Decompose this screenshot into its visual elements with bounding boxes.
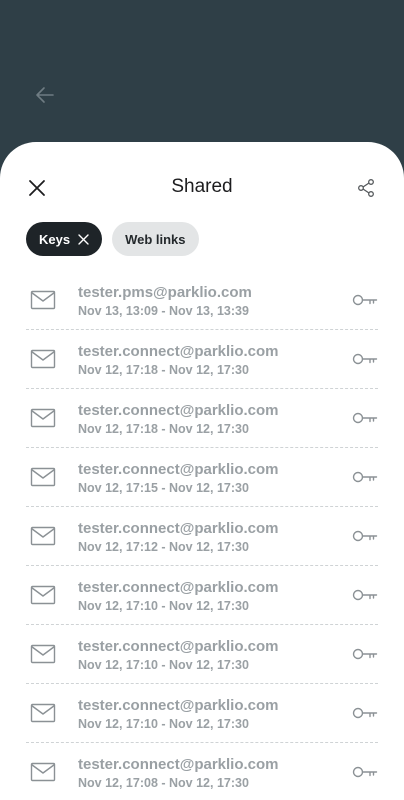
page-title: Shared xyxy=(171,176,233,197)
list-item[interactable]: tester.connect@parklio.com Nov 12, 17:12… xyxy=(26,507,378,566)
envelope-icon xyxy=(30,290,56,310)
share-recipient-email: tester.connect@parklio.com xyxy=(78,756,279,773)
share-recipient-email: tester.connect@parklio.com xyxy=(78,461,279,478)
shared-keys-list: tester.pms@parklio.com Nov 13, 13:09 - N… xyxy=(26,271,378,800)
share-recipient-email: tester.pms@parklio.com xyxy=(78,284,252,301)
share-validity-period: Nov 12, 17:18 - Nov 12, 17:30 xyxy=(78,363,249,377)
share-recipient-email: tester.connect@parklio.com xyxy=(78,402,279,419)
key-icon xyxy=(352,589,378,601)
key-icon xyxy=(352,707,378,719)
share-validity-period: Nov 12, 17:10 - Nov 12, 17:30 xyxy=(78,658,249,672)
list-item[interactable]: tester.connect@parklio.com Nov 12, 17:08… xyxy=(26,743,378,800)
shared-sheet: Shared Keys Web links tester.pms@parklio… xyxy=(0,142,404,800)
envelope-icon xyxy=(30,526,56,546)
share-validity-period: Nov 12, 17:08 - Nov 12, 17:30 xyxy=(78,776,249,790)
key-icon xyxy=(352,471,378,483)
share-recipient-email: tester.connect@parklio.com xyxy=(78,638,279,655)
share-recipient-email: tester.connect@parklio.com xyxy=(78,520,279,537)
app-background xyxy=(0,0,404,160)
filter-chip-label: Web links xyxy=(125,231,186,247)
key-icon xyxy=(352,766,378,778)
key-icon xyxy=(352,353,378,365)
list-item[interactable]: tester.connect@parklio.com Nov 12, 17:10… xyxy=(26,625,378,684)
envelope-icon xyxy=(30,349,56,369)
share-icon xyxy=(358,179,374,197)
filter-chip-web-links[interactable]: Web links xyxy=(112,222,199,256)
envelope-icon xyxy=(30,585,56,605)
share-validity-period: Nov 12, 17:12 - Nov 12, 17:30 xyxy=(78,540,249,554)
share-validity-period: Nov 12, 17:10 - Nov 12, 17:30 xyxy=(78,717,249,731)
share-recipient-email: tester.connect@parklio.com xyxy=(78,579,279,596)
back-button[interactable] xyxy=(30,80,60,110)
key-icon xyxy=(352,294,378,306)
share-validity-period: Nov 12, 17:15 - Nov 12, 17:30 xyxy=(78,481,249,495)
envelope-icon xyxy=(30,762,56,782)
filter-chip-keys[interactable]: Keys xyxy=(26,222,103,256)
share-validity-period: Nov 13, 13:09 - Nov 13, 13:39 xyxy=(78,304,249,318)
envelope-icon xyxy=(30,408,56,428)
filter-chip-label: Keys xyxy=(39,231,71,247)
key-icon xyxy=(352,648,378,660)
key-icon xyxy=(352,530,378,542)
envelope-icon xyxy=(30,467,56,487)
key-icon xyxy=(352,412,378,424)
share-validity-period: Nov 12, 17:10 - Nov 12, 17:30 xyxy=(78,599,249,613)
arrow-left-icon xyxy=(36,87,54,103)
envelope-icon xyxy=(30,703,56,723)
share-recipient-email: tester.connect@parklio.com xyxy=(78,343,279,360)
share-validity-period: Nov 12, 17:18 - Nov 12, 17:30 xyxy=(78,422,249,436)
sheet-header: Shared xyxy=(0,142,404,232)
share-button[interactable] xyxy=(354,176,378,200)
filter-chips: Keys Web links xyxy=(26,222,199,256)
share-recipient-email: tester.connect@parklio.com xyxy=(78,697,279,714)
list-item[interactable]: tester.connect@parklio.com Nov 12, 17:10… xyxy=(26,684,378,743)
list-item[interactable]: tester.connect@parklio.com Nov 12, 17:18… xyxy=(26,389,378,448)
envelope-icon xyxy=(30,644,56,664)
close-icon[interactable] xyxy=(78,233,89,245)
list-item[interactable]: tester.connect@parklio.com Nov 12, 17:10… xyxy=(26,566,378,625)
list-item[interactable]: tester.connect@parklio.com Nov 12, 17:15… xyxy=(26,448,378,507)
list-item[interactable]: tester.connect@parklio.com Nov 12, 17:18… xyxy=(26,330,378,389)
list-item[interactable]: tester.pms@parklio.com Nov 13, 13:09 - N… xyxy=(26,271,378,330)
